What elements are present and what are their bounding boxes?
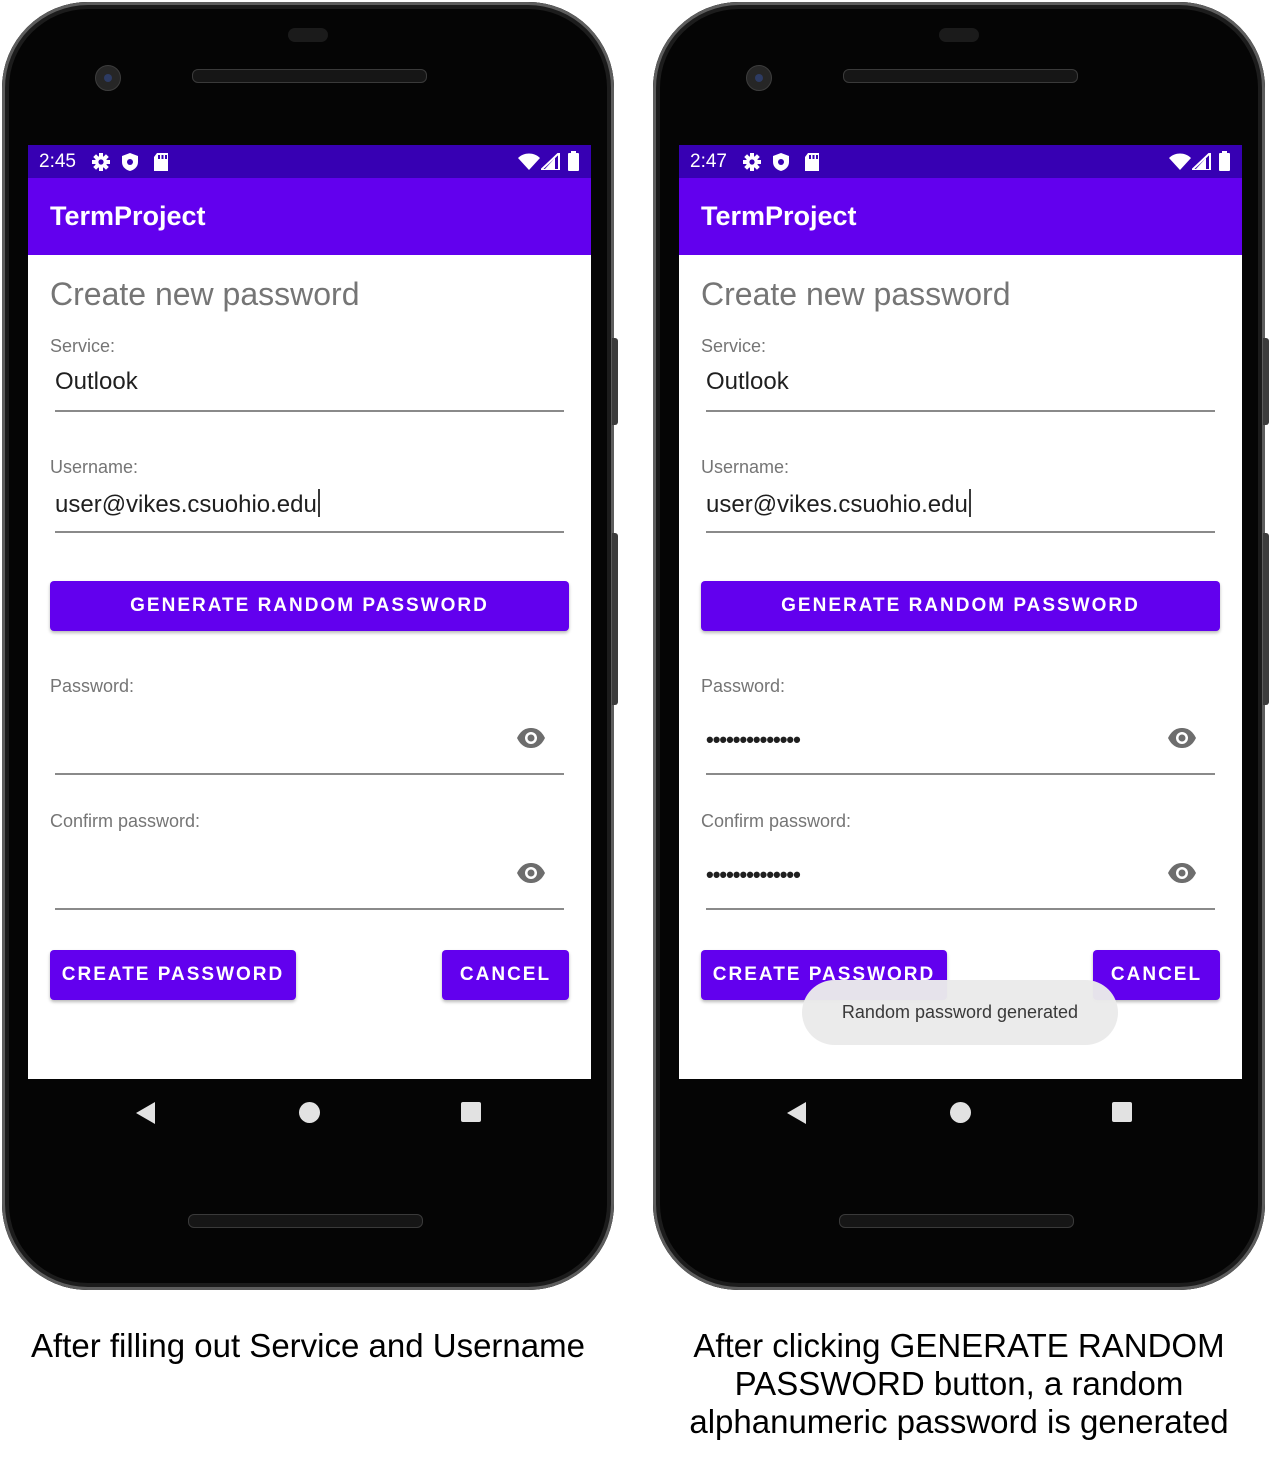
eye-icon[interactable]	[1167, 862, 1197, 884]
page-title: Create new password	[701, 276, 1011, 312]
sd-card-icon	[154, 153, 168, 171]
eye-icon[interactable]	[1167, 727, 1197, 749]
gear-icon	[92, 153, 110, 171]
confirm-password-input[interactable]	[55, 838, 564, 910]
service-input[interactable]: Outlook	[55, 360, 564, 412]
password-value: ••••••••••••••	[706, 727, 801, 752]
text-cursor	[968, 489, 971, 517]
text-cursor	[317, 489, 320, 517]
caption-after: After clicking GENERATE RANDOM PASSWORD …	[689, 1327, 1229, 1440]
recents-icon[interactable]	[1112, 1102, 1132, 1122]
front-camera	[746, 65, 772, 91]
service-label: Service:	[50, 336, 116, 356]
nav-bar	[28, 1079, 591, 1145]
recents-icon[interactable]	[461, 1102, 481, 1122]
earpiece	[939, 28, 979, 42]
status-time: 2:45	[39, 151, 76, 172]
wifi-icon	[1169, 153, 1191, 170]
earpiece	[288, 28, 328, 42]
toast-message: Random password generated	[802, 980, 1118, 1045]
front-camera	[95, 65, 121, 91]
service-input[interactable]: Outlook	[706, 360, 1215, 412]
sd-card-icon	[805, 153, 819, 171]
top-speaker	[192, 69, 427, 83]
volume-button	[1263, 338, 1269, 425]
wifi-icon	[518, 153, 540, 170]
confirm-password-input[interactable]: ••••••••••••••	[706, 838, 1215, 910]
username-value: user@vikes.csuohio.edu	[706, 491, 968, 518]
phone-after: 2:47 TermProject Create new password Ser…	[651, 0, 1269, 1292]
username-input[interactable]: user@vikes.csuohio.edu	[706, 481, 1215, 533]
eye-icon[interactable]	[516, 727, 546, 749]
bottom-speaker	[188, 1214, 423, 1228]
service-value: Outlook	[55, 368, 138, 395]
eye-icon[interactable]	[516, 862, 546, 884]
shield-icon	[122, 153, 138, 171]
app-title: TermProject	[701, 201, 857, 231]
username-value: user@vikes.csuohio.edu	[55, 491, 317, 518]
battery-icon	[1219, 151, 1230, 171]
status-bar: 2:45	[28, 145, 591, 178]
phone-before: 2:45 TermProject Create new password Ser…	[0, 0, 618, 1292]
power-button	[612, 533, 618, 705]
confirm-password-value: ••••••••••••••	[706, 862, 801, 887]
password-label: Password:	[701, 676, 786, 696]
volume-button	[612, 338, 618, 425]
password-label: Password:	[50, 676, 135, 696]
page-title: Create new password	[50, 276, 360, 312]
username-input[interactable]: user@vikes.csuohio.edu	[55, 481, 564, 533]
app-screen: 2:47 TermProject Create new password Ser…	[679, 145, 1242, 1079]
home-icon[interactable]	[950, 1102, 971, 1123]
app-bar: TermProject	[28, 178, 591, 255]
top-speaker	[843, 69, 1078, 83]
signal-icon	[541, 153, 560, 170]
shield-icon	[773, 153, 789, 171]
confirm-password-label: Confirm password:	[50, 811, 201, 831]
power-button	[1263, 533, 1269, 705]
cancel-button[interactable]: CANCEL	[1093, 950, 1220, 1000]
home-icon[interactable]	[299, 1102, 320, 1123]
battery-icon	[568, 151, 579, 171]
create-password-button[interactable]: CREATE PASSWORD	[50, 950, 296, 1000]
nav-bar	[679, 1079, 1242, 1145]
app-screen: 2:45 TermProject Create new password Ser…	[28, 145, 591, 1079]
back-icon[interactable]	[787, 1102, 806, 1124]
username-label: Username:	[701, 457, 790, 477]
service-label: Service:	[701, 336, 767, 356]
app-title: TermProject	[50, 201, 206, 231]
password-input[interactable]: ••••••••••••••	[706, 703, 1215, 775]
service-value: Outlook	[706, 368, 789, 395]
signal-icon	[1192, 153, 1211, 170]
app-bar: TermProject	[679, 178, 1242, 255]
status-time: 2:47	[690, 151, 727, 172]
cancel-button[interactable]: CANCEL	[442, 950, 569, 1000]
status-bar: 2:47	[679, 145, 1242, 178]
confirm-password-label: Confirm password:	[701, 811, 852, 831]
caption-before: After filling out Service and Username	[31, 1327, 585, 1364]
password-input[interactable]	[55, 703, 564, 775]
generate-random-password-button[interactable]: GENERATE RANDOM PASSWORD	[50, 581, 569, 631]
bottom-speaker	[839, 1214, 1074, 1228]
generate-random-password-button[interactable]: GENERATE RANDOM PASSWORD	[701, 581, 1220, 631]
gear-icon	[743, 153, 761, 171]
back-icon[interactable]	[136, 1102, 155, 1124]
username-label: Username:	[50, 457, 139, 477]
